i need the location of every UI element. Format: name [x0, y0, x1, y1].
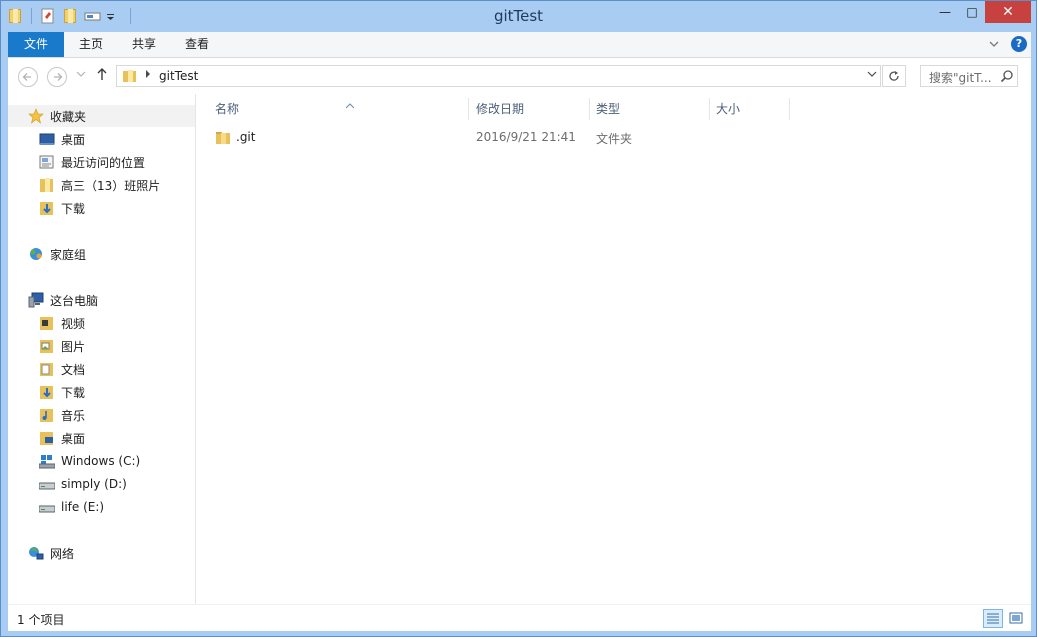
up-button[interactable] [96, 66, 108, 86]
folder-icon [39, 177, 55, 193]
nav-pictures[interactable]: 图片 [8, 335, 195, 357]
star-icon [28, 108, 44, 124]
nav-drive-e[interactable]: life (E:) [8, 496, 195, 518]
downloads-icon [39, 384, 55, 400]
recent-places-icon [39, 154, 55, 170]
music-folder-icon [39, 407, 55, 423]
nav-label: 网络 [50, 546, 75, 561]
nav-label: 文档 [61, 362, 86, 377]
column-type[interactable]: 类型 [590, 98, 710, 120]
window-title: gitTest [493, 7, 544, 25]
tab-share[interactable]: 共享 [118, 32, 170, 57]
minimize-button[interactable]: — [931, 1, 959, 23]
nav-videos[interactable]: 视频 [8, 312, 195, 334]
nav-label: 图片 [61, 339, 86, 354]
nav-label: 视频 [61, 316, 86, 331]
nav-downloads[interactable]: 下载 [8, 381, 195, 403]
desktop-folder-icon [39, 430, 55, 446]
folder-icon [215, 130, 231, 146]
nav-drive-c[interactable]: Windows (C:) [8, 450, 195, 472]
videos-folder-icon [39, 315, 55, 331]
computer-icon [28, 292, 44, 308]
nav-label: 最近访问的位置 [61, 155, 146, 170]
file-list: 名称 修改日期 类型 大小 .git 2016/9/21 21:41 文件夹 [197, 94, 1031, 604]
column-modified[interactable]: 修改日期 [470, 98, 590, 120]
nav-label: life (E:) [61, 500, 105, 514]
explorer-window: gitTest — □ ✕ 文件 主页 共享 查看 ? gitTest 搜索"g… [0, 0, 1037, 637]
ribbon-tabs: 文件 主页 共享 查看 ? [8, 32, 1031, 58]
nav-label: 音乐 [61, 408, 86, 423]
downloads-icon [39, 200, 55, 216]
column-name[interactable]: 名称 [209, 98, 469, 120]
address-bar[interactable]: gitTest [116, 65, 881, 87]
nav-downloads-fav[interactable]: 下载 [8, 197, 195, 219]
tab-home[interactable]: 主页 [64, 32, 118, 57]
nav-desktop[interactable]: 桌面 [8, 128, 195, 150]
nav-drive-d[interactable]: simply (D:) [8, 473, 195, 495]
navigation-pane: 收藏夹 桌面 最近访问的位置 高三（13）班照片 下载 家庭组 这台电脑 视频 … [8, 94, 196, 604]
maximize-button[interactable]: □ [959, 1, 985, 23]
nav-label: 收藏夹 [50, 109, 87, 124]
forward-button[interactable] [47, 67, 67, 87]
help-icon[interactable]: ? [1011, 36, 1027, 52]
nav-label: simply (D:) [61, 477, 127, 491]
nav-network[interactable]: 网络 [8, 542, 195, 564]
nav-class-photos[interactable]: 高三（13）班照片 [8, 174, 195, 196]
file-type: 文件夹 [596, 132, 633, 146]
details-view-button[interactable] [983, 609, 1003, 628]
nav-label: 这台电脑 [50, 293, 99, 308]
search-box[interactable]: 搜索"gitT... [920, 65, 1018, 87]
nav-documents[interactable]: 文档 [8, 358, 195, 380]
recent-locations-icon[interactable] [76, 69, 86, 82]
close-button[interactable]: ✕ [985, 1, 1031, 23]
breadcrumb-gittest[interactable]: gitTest [159, 69, 198, 83]
content-area: 收藏夹 桌面 最近访问的位置 高三（13）班照片 下载 家庭组 这台电脑 视频 … [8, 94, 1031, 604]
nav-label: 家庭组 [50, 247, 87, 262]
nav-music[interactable]: 音乐 [8, 404, 195, 426]
search-input[interactable]: 搜索"gitT... [929, 69, 992, 86]
nav-recent-places[interactable]: 最近访问的位置 [8, 151, 195, 173]
column-size[interactable]: 大小 [710, 98, 790, 120]
nav-label: 桌面 [61, 431, 86, 446]
file-name[interactable]: .git [236, 130, 255, 144]
large-icons-view-button[interactable] [1006, 609, 1026, 628]
status-bar: 1 个项目 [8, 604, 1031, 631]
expand-ribbon-icon[interactable] [988, 38, 1000, 50]
sort-ascending-icon [345, 96, 355, 118]
drive-icon [38, 476, 56, 492]
tab-view[interactable]: 查看 [170, 32, 224, 57]
documents-folder-icon [39, 361, 55, 377]
nav-desktop-pc[interactable]: 桌面 [8, 427, 195, 449]
item-count: 1 个项目 [17, 613, 65, 627]
nav-favorites[interactable]: 收藏夹 [8, 105, 195, 127]
title-bar: gitTest — □ ✕ [1, 1, 1036, 32]
navigation-bar: gitTest 搜索"gitT... [8, 58, 1031, 94]
nav-homegroup[interactable]: 家庭组 [8, 243, 195, 265]
desktop-icon [39, 131, 55, 147]
nav-label: 下载 [61, 201, 86, 216]
table-row[interactable]: .git 2016/9/21 21:41 文件夹 [209, 127, 1009, 149]
network-icon [28, 545, 44, 561]
nav-label: Windows (C:) [61, 454, 141, 468]
column-label: 名称 [215, 102, 240, 116]
nav-label: 下载 [61, 385, 86, 400]
back-button[interactable] [18, 67, 38, 87]
tab-file[interactable]: 文件 [8, 32, 64, 57]
system-drive-icon [38, 453, 56, 469]
drive-icon [38, 499, 56, 515]
breadcrumb-arrow-icon[interactable] [144, 69, 152, 82]
pictures-folder-icon [39, 338, 55, 354]
folder-icon [121, 68, 139, 87]
refresh-button[interactable] [882, 65, 906, 87]
nav-label: 桌面 [61, 132, 86, 147]
address-history-icon[interactable] [867, 69, 877, 82]
homegroup-icon [28, 246, 44, 262]
file-modified: 2016/9/21 21:41 [476, 130, 576, 144]
search-icon[interactable] [1000, 69, 1014, 83]
nav-label: 高三（13）班照片 [61, 178, 161, 193]
nav-this-pc[interactable]: 这台电脑 [8, 289, 195, 311]
